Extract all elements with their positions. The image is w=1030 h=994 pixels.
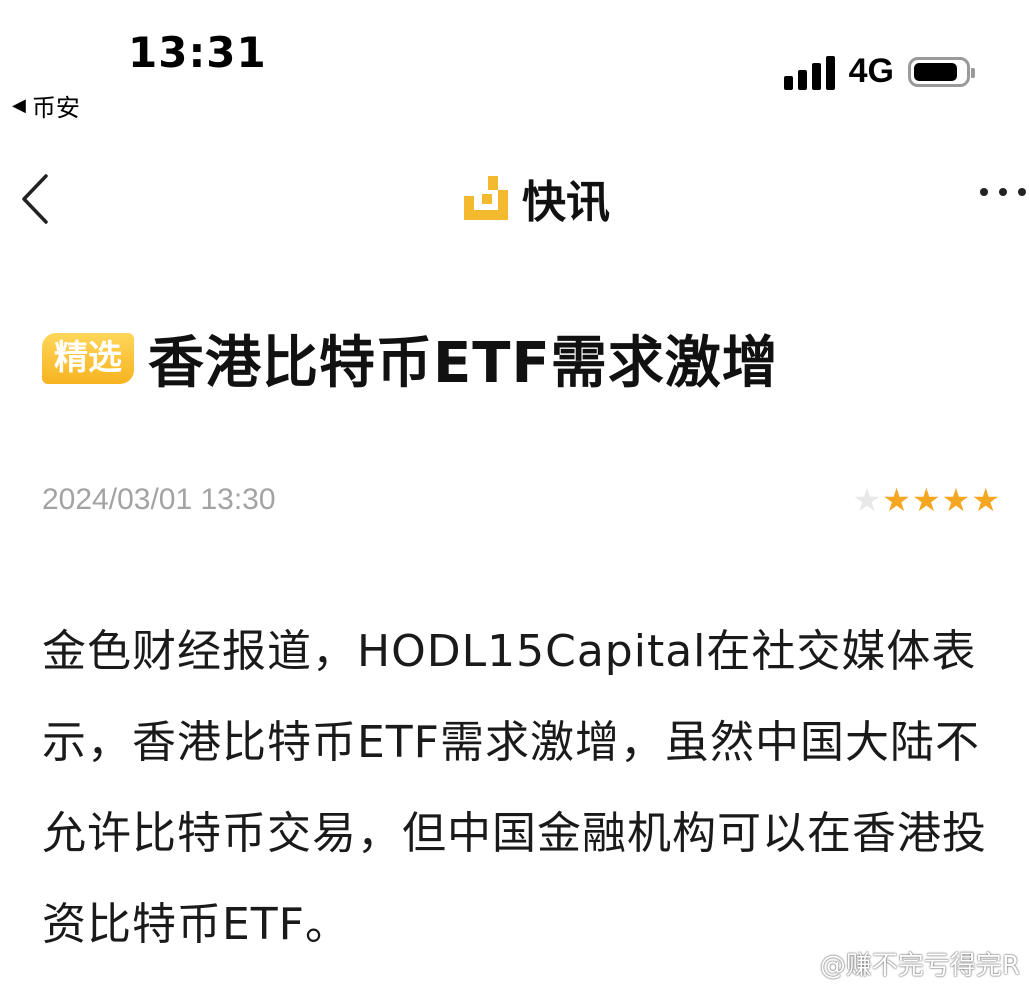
star-filled-icon: ★ bbox=[941, 481, 971, 519]
weibo-logo-icon bbox=[784, 953, 813, 975]
status-indicators: 4G bbox=[783, 52, 975, 91]
nav-title-text: 快讯 bbox=[522, 177, 610, 228]
article-title: 香港比特币ETF需求激增 bbox=[148, 331, 779, 396]
star-filled-icon: ★ bbox=[882, 481, 911, 519]
importance-rating: ★ ★ ★ ★ ★ bbox=[853, 484, 1000, 516]
back-button[interactable] bbox=[16, 172, 56, 226]
article-headline: 精选 香港比特币ETF需求激增 bbox=[42, 318, 779, 399]
more-dot-icon bbox=[999, 188, 1007, 196]
network-type: 4G bbox=[848, 52, 894, 90]
star-filled-icon: ★ bbox=[911, 481, 941, 519]
back-app-label: 币安 bbox=[31, 94, 80, 122]
more-dot-icon bbox=[1018, 188, 1026, 196]
star-filled-icon: ★ bbox=[971, 481, 1000, 519]
signal-strength-icon bbox=[783, 54, 835, 90]
more-dot-icon bbox=[980, 188, 988, 196]
weibo-watermark: @赚不完亏得完R bbox=[784, 945, 1020, 982]
flash-news-logo-icon bbox=[464, 176, 508, 220]
back-to-app-link[interactable]: ◀ 币安 bbox=[12, 88, 80, 123]
battery-icon bbox=[908, 56, 975, 87]
featured-badge: 精选 bbox=[42, 333, 134, 384]
back-triangle-icon: ◀ bbox=[12, 95, 26, 116]
watermark-text: @赚不完亏得完R bbox=[819, 951, 1020, 981]
star-empty-icon: ★ bbox=[852, 481, 882, 519]
more-options-button[interactable] bbox=[980, 188, 1026, 196]
nav-title: 快讯 bbox=[462, 166, 610, 230]
article-body: 金色财经报道，HODL15Capital在社交媒体表示，香港比特币ETF需求激增… bbox=[42, 626, 987, 950]
battery-level-fill bbox=[914, 62, 957, 81]
article-timestamp: 2024/03/01 13:30 bbox=[42, 483, 276, 516]
status-time: 13:31 bbox=[128, 28, 267, 77]
chevron-left-icon bbox=[22, 174, 48, 224]
